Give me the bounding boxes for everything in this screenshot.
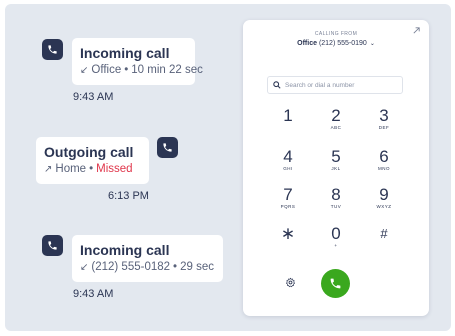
call-log-item[interactable]: Incoming call ↙ Office • 10 min 22 sec xyxy=(72,38,203,85)
key-digit: 8 xyxy=(331,185,341,204)
key-digit: 1 xyxy=(283,106,293,125)
keypad-key-8[interactable]: 8 TUV xyxy=(318,186,354,216)
key-letters: GHI xyxy=(283,166,293,171)
key-digit: 4 xyxy=(283,147,293,166)
keypad-key-hash[interactable]: # xyxy=(366,225,402,255)
keypad-key-6[interactable]: 6 MNO xyxy=(366,148,402,178)
incoming-arrow-icon: ↙ xyxy=(80,262,89,273)
keypad-key-3[interactable]: 3 DEF xyxy=(366,107,402,137)
call-title: Incoming call xyxy=(80,242,170,258)
call-log-item[interactable]: Incoming call ↙ (212) 555-0182 • 29 sec xyxy=(72,235,223,282)
search-icon xyxy=(273,81,281,89)
call-title: Incoming call xyxy=(80,45,170,61)
key-digit: 3 xyxy=(379,106,389,125)
key-digit: # xyxy=(380,226,388,241)
key-digit: 7 xyxy=(283,185,293,204)
separator-dot: • xyxy=(89,163,94,175)
keypad-key-2[interactable]: 2 ABC xyxy=(318,107,354,137)
keypad-key-star[interactable]: ∗ xyxy=(270,225,306,255)
call-number: (212) 555-0182 xyxy=(91,261,171,273)
call-time: 6:13 PM xyxy=(108,190,149,202)
calling-from-label: CALLING FROM xyxy=(314,31,358,37)
caller-name: Office xyxy=(297,40,317,47)
call-duration: 10 min 22 sec xyxy=(131,64,203,76)
call-meta: ↙ Office • 10 min 22 sec xyxy=(80,62,203,79)
key-digit: ∗ xyxy=(280,224,296,243)
call-location: Home xyxy=(55,163,87,175)
call-location: Office xyxy=(91,64,122,76)
phone-icon xyxy=(157,137,178,158)
separator-dot: • xyxy=(124,64,129,76)
dialer-panel: CALLING FROM Office (212) 555-0190⌄ 1 2A… xyxy=(243,20,429,316)
keypad-key-0[interactable]: 0 + xyxy=(318,225,354,255)
search-field[interactable] xyxy=(267,76,403,94)
gear-icon[interactable] xyxy=(285,277,296,288)
caller-id-select[interactable]: Office (212) 555-0190 ⌄ xyxy=(243,40,429,47)
keypad-key-4[interactable]: 4 GHI xyxy=(270,148,306,178)
keypad-key-7[interactable]: 7 PQRS xyxy=(270,186,306,216)
caller-number: (212) 555-0190 xyxy=(318,40,367,47)
call-title: Outgoing call xyxy=(44,144,134,160)
key-letters: ABC xyxy=(330,125,342,130)
key-digit: 2 xyxy=(331,106,341,125)
key-digit: 9 xyxy=(379,185,389,204)
key-letters: DEF xyxy=(378,125,390,130)
chevron-down-icon: ⌄ xyxy=(369,41,375,47)
key-letters: MNO xyxy=(378,166,390,171)
key-letters: TUV xyxy=(330,204,342,209)
key-digit: 0 xyxy=(331,224,341,243)
call-meta: ↙ (212) 555-0182 • 29 sec xyxy=(80,259,215,276)
key-letters: WXYZ xyxy=(376,204,392,209)
phone-icon xyxy=(42,39,63,60)
incoming-arrow-icon: ↙ xyxy=(80,65,89,76)
key-digit: 5 xyxy=(331,147,341,166)
key-letters: + xyxy=(334,243,338,248)
key-letters: JKL xyxy=(331,166,341,171)
outgoing-arrow-icon: ↗ xyxy=(44,164,53,175)
keypad-key-9[interactable]: 9 WXYZ xyxy=(366,186,402,216)
app-canvas: Incoming call ↙ Office • 10 min 22 sec 9:43… xyxy=(5,4,451,331)
call-time: 9:43 AM xyxy=(73,288,114,300)
keypad-key-1[interactable]: 1 xyxy=(270,107,306,137)
missed-status: Missed xyxy=(96,163,133,175)
phone-icon xyxy=(330,278,341,289)
call-time: 9:43 AM xyxy=(73,91,114,103)
phone-icon xyxy=(42,235,63,256)
key-letters: PQRS xyxy=(280,204,296,209)
search-input[interactable] xyxy=(285,81,395,89)
call-log-item[interactable]: Outgoing call ↗ Home • Missed xyxy=(36,137,149,184)
keypad-key-5[interactable]: 5 JKL xyxy=(318,148,354,178)
call-button[interactable] xyxy=(321,269,350,298)
separator-dot: • xyxy=(173,261,178,273)
call-duration: 29 sec xyxy=(180,261,214,273)
key-digit: 6 xyxy=(379,147,389,166)
call-meta: ↗ Home • Missed xyxy=(44,161,141,178)
